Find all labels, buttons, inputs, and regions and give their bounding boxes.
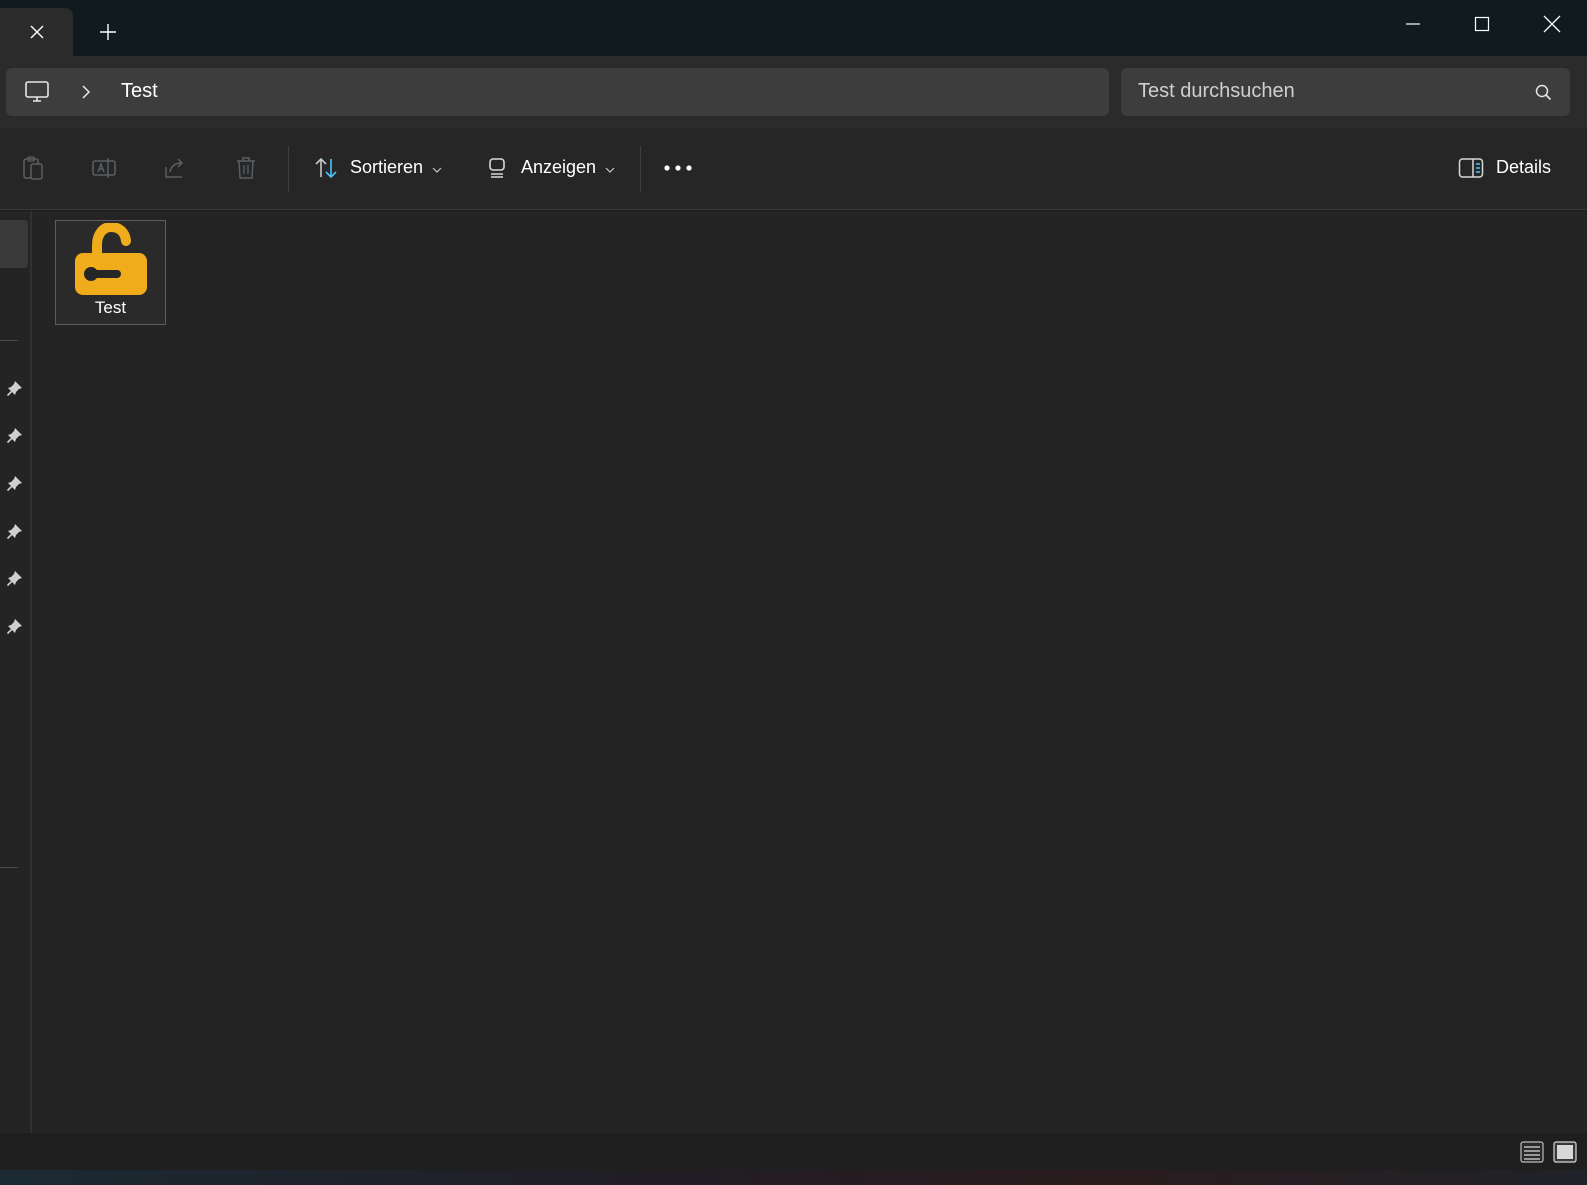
nav-divider [0,340,18,341]
toolbar-separator [640,146,641,192]
details-pane-icon [1458,157,1484,179]
maximize-icon[interactable] [1464,6,1500,42]
command-bar: Sortieren Anzeigen Details [0,128,1587,210]
title-bar [0,0,1587,56]
sort-label: Sortieren [350,157,424,177]
address-row: Test Test durchsuchen [0,56,1587,128]
close-tab-icon[interactable] [30,25,44,39]
content-area: Test [0,211,1587,1133]
pin-icon[interactable] [6,522,24,540]
sort-icon [313,155,339,181]
pin-icon[interactable] [6,569,24,587]
details-pane-button[interactable]: Details [1450,142,1560,196]
file-name: Test [94,298,127,317]
new-tab-plus-icon[interactable] [96,20,120,44]
details-view-icon[interactable] [1520,1141,1544,1163]
rename-icon[interactable] [90,154,118,182]
close-window-icon[interactable] [1534,6,1570,42]
toolbar-separator [288,146,289,192]
share-icon[interactable] [161,154,189,182]
navigation-pane [0,211,32,1133]
unlocked-lock-icon [73,221,149,297]
pin-icon[interactable] [6,617,24,635]
paste-icon[interactable] [19,154,47,182]
view-button[interactable]: Anzeigen [478,142,628,196]
nav-item-selected[interactable] [0,220,28,268]
details-label: Details [1496,157,1552,177]
breadcrumb-current[interactable]: Test [121,80,158,103]
search-icon[interactable] [1534,83,1552,101]
delete-icon[interactable] [232,154,260,182]
chevron-down-icon [604,163,616,175]
view-icon [486,157,508,179]
search-placeholder: Test durchsuchen [1138,80,1295,102]
this-pc-icon[interactable] [24,80,50,104]
minimize-icon[interactable] [1395,6,1431,42]
taskbar-edge [0,1170,1587,1185]
pin-icon[interactable] [6,379,24,397]
file-item[interactable]: Test [55,220,166,325]
chevron-down-icon [431,163,443,175]
search-input[interactable]: Test durchsuchen [1121,68,1570,116]
sort-button[interactable]: Sortieren [305,142,455,196]
view-label: Anzeigen [521,157,597,177]
nav-divider [0,867,18,868]
chevron-right-icon[interactable] [78,84,94,100]
pin-icon[interactable] [6,474,24,492]
status-bar [0,1133,1587,1170]
tab-test[interactable] [0,8,73,56]
address-bar[interactable]: Test [6,68,1109,116]
pin-icon[interactable] [6,426,24,444]
large-icons-view-icon[interactable] [1553,1141,1577,1163]
more-icon[interactable] [662,154,694,182]
